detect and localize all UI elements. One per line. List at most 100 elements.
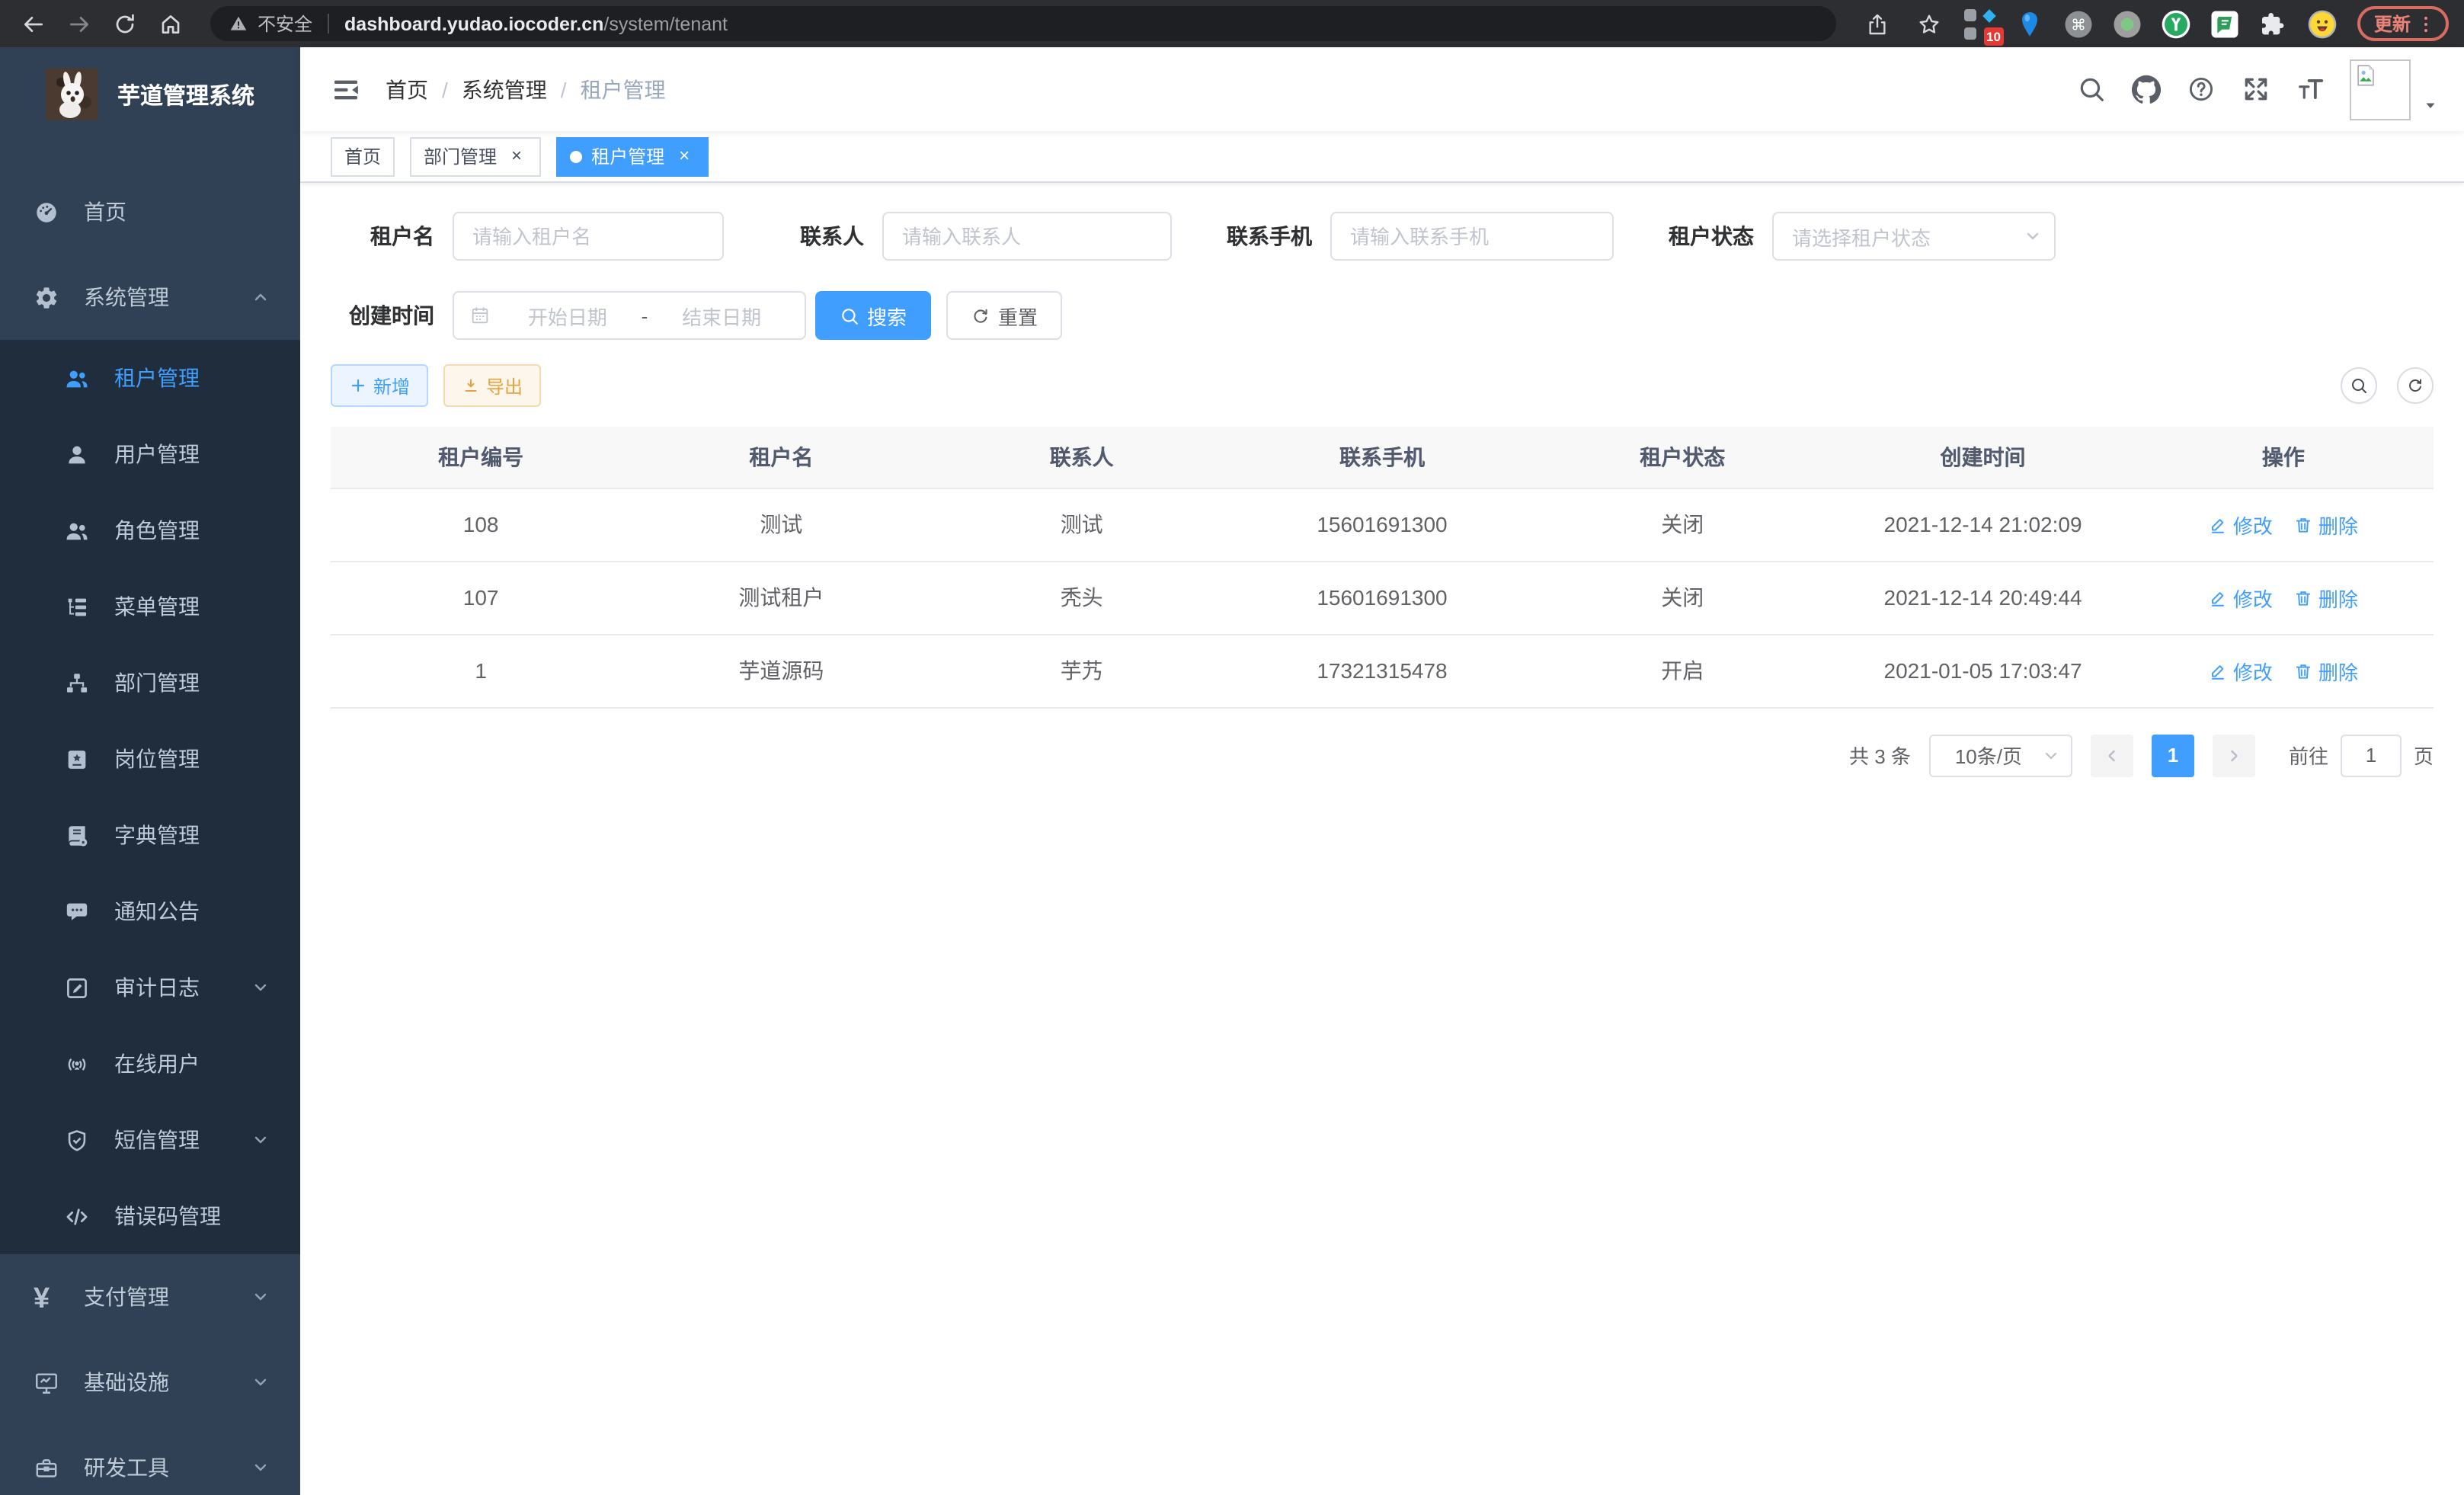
sidebar-fold-icon[interactable] (331, 74, 361, 104)
cell-id: 108 (331, 488, 631, 561)
date-separator: - (635, 304, 654, 327)
cell-created: 2021-12-14 21:02:09 (1832, 488, 2133, 561)
breadcrumb-item[interactable]: 系统管理 (462, 74, 547, 104)
github-icon[interactable] (2132, 75, 2161, 104)
toggle-search-button[interactable] (2341, 367, 2377, 404)
sidebar-item-dept[interactable]: 部门管理 (0, 645, 300, 721)
search-button[interactable]: 搜索 (815, 291, 931, 340)
start-date-placeholder: 开始日期 (500, 301, 635, 330)
chevron-up-icon (251, 288, 270, 306)
cell-contact: 测试 (932, 488, 1232, 561)
refresh-table-button[interactable] (2397, 367, 2434, 404)
total-count: 共 3 条 (1849, 741, 1911, 770)
goto-label: 前往 (2289, 741, 2328, 770)
extension-icon-balloon[interactable] (2013, 7, 2046, 40)
extension-icon-emoji[interactable] (2306, 7, 2339, 40)
share-icon[interactable] (1861, 7, 1894, 40)
sidebar-item-post[interactable]: 岗位管理 (0, 721, 300, 797)
date-range-picker[interactable]: 开始日期 - 结束日期 (453, 291, 806, 340)
search-button-label: 搜索 (867, 301, 907, 330)
delete-link[interactable]: 删除 (2294, 510, 2358, 539)
sidebar-item-notice[interactable]: 通知公告 (0, 873, 300, 949)
help-icon[interactable] (2187, 75, 2216, 104)
font-size-icon[interactable] (2296, 75, 2325, 104)
sidebar-item-online[interactable]: 在线用户 (0, 1026, 300, 1102)
monitor-icon (34, 1369, 59, 1395)
sidebar-item-devtools[interactable]: 研发工具 (0, 1425, 300, 1495)
phone-label: 联系手机 (1208, 221, 1312, 251)
sidebar-item-pay[interactable]: ¥支付管理 (0, 1254, 300, 1340)
table-row: 1芋道源码芋艿17321315478开启2021-01-05 17:03:47修… (331, 634, 2434, 707)
prev-page-button[interactable] (2091, 734, 2133, 776)
goto-page-input[interactable] (2341, 734, 2402, 776)
avatar[interactable] (2350, 59, 2411, 120)
address-bar[interactable]: 不安全 dashboard.yudao.iocoder.cn/system/te… (210, 6, 1836, 41)
extension-icon-chat[interactable] (2208, 7, 2242, 40)
reset-button[interactable]: 重置 (946, 291, 1062, 340)
status-select[interactable]: 请选择租户状态 (1772, 212, 2056, 261)
logo-image (46, 69, 98, 120)
sidebar-logo[interactable]: 芋道管理系统 (0, 47, 300, 142)
home-icon[interactable] (152, 5, 189, 42)
export-button[interactable]: 导出 (443, 364, 541, 407)
filter-row-2: 创建时间 开始日期 - 结束日期 搜索 (331, 291, 2434, 340)
chevron-down-icon (251, 1131, 270, 1149)
sidebar-item-role[interactable]: 角色管理 (0, 492, 300, 568)
bookmark-star-icon[interactable] (1912, 7, 1946, 40)
extension-icon-command[interactable]: ⌘ (2062, 7, 2095, 40)
export-button-label: 导出 (486, 373, 523, 399)
sidebar-item-sms[interactable]: 短信管理 (0, 1102, 300, 1178)
caret-down-icon[interactable] (2421, 95, 2440, 114)
sidebar-item-system[interactable]: 系统管理 (0, 255, 300, 340)
plus-icon (349, 376, 367, 395)
update-button[interactable]: 更新 (2357, 6, 2449, 41)
page-size-select[interactable]: 10条/页 (1929, 734, 2072, 776)
column-header: 联系手机 (1232, 427, 1532, 488)
cell-phone: 15601691300 (1232, 561, 1532, 634)
tab-tenant[interactable]: 租户管理× (556, 136, 709, 176)
tab-home[interactable]: 首页 (331, 136, 395, 176)
sidebar-item-infra[interactable]: 基础设施 (0, 1340, 300, 1425)
reload-icon[interactable] (107, 5, 143, 42)
sidebar-item-dict[interactable]: 字典管理 (0, 797, 300, 873)
tab-label: 首页 (344, 143, 381, 169)
close-icon[interactable]: × (674, 146, 695, 167)
sidebar-item-menu[interactable]: 菜单管理 (0, 568, 300, 645)
delete-link[interactable]: 删除 (2294, 583, 2358, 612)
extension-icon-tabs-diamond[interactable]: 10 (1964, 7, 1998, 40)
tenant-name-input[interactable] (453, 212, 724, 261)
contact-input[interactable] (882, 212, 1172, 261)
sidebar-item-tenant[interactable]: 租户管理 (0, 340, 300, 416)
tab-dept[interactable]: 部门管理× (410, 136, 541, 176)
edit-link[interactable]: 修改 (2209, 583, 2273, 612)
extension-icon-y-logo[interactable] (2159, 7, 2193, 40)
forward-arrow-icon[interactable] (61, 5, 98, 42)
sidebar-item-audit[interactable]: 审计日志 (0, 949, 300, 1026)
add-button[interactable]: 新增 (331, 364, 428, 407)
toolbox-icon (34, 1455, 59, 1481)
close-icon[interactable]: × (506, 146, 527, 167)
next-page-button[interactable] (2213, 734, 2255, 776)
sidebar-item-user[interactable]: 用户管理 (0, 416, 300, 492)
edit-link-label: 修改 (2233, 510, 2273, 539)
chevron-down-icon (2042, 746, 2060, 764)
phone-input[interactable] (1330, 212, 1614, 261)
delete-link[interactable]: 删除 (2294, 656, 2358, 685)
edit-link[interactable]: 修改 (2209, 510, 2273, 539)
back-arrow-icon[interactable] (15, 5, 52, 42)
table-row: 108测试测试15601691300关闭2021-12-14 21:02:09修… (331, 488, 2434, 561)
chevron-down-icon (2024, 227, 2042, 245)
breadcrumb-item[interactable]: 首页 (386, 74, 428, 104)
kebab-menu-icon[interactable] (2415, 13, 2437, 34)
edit-link[interactable]: 修改 (2209, 656, 2273, 685)
sidebar-item-home[interactable]: 首页 (0, 169, 300, 255)
extension-icon-puzzle[interactable] (2257, 7, 2290, 40)
fullscreen-icon[interactable] (2242, 75, 2270, 104)
search-icon[interactable] (2077, 75, 2106, 104)
sidebar-item-errorcode[interactable]: 错误码管理 (0, 1178, 300, 1254)
edit-pencil-icon (2209, 514, 2229, 534)
page-number-1[interactable]: 1 (2152, 734, 2194, 776)
extension-icon-record[interactable] (2110, 7, 2144, 40)
navbar-right (2051, 59, 2440, 120)
end-date-placeholder: 结束日期 (654, 301, 789, 330)
